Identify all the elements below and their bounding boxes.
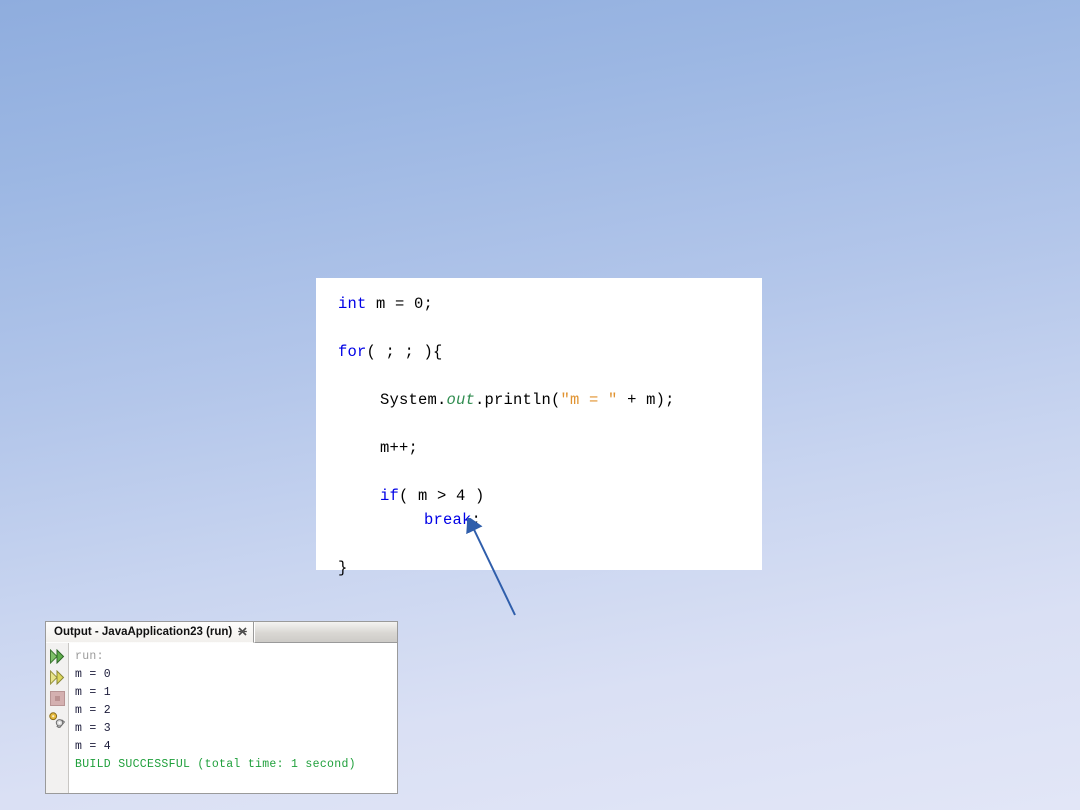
code-token-plain: m++;: [380, 439, 419, 457]
close-icon[interactable]: [238, 626, 248, 638]
output-text-area[interactable]: run: m = 0 m = 1 m = 2 m = 3 m = 4 BUILD SUCCE…: [69, 643, 397, 793]
titlebar-filler: [254, 622, 397, 643]
code-token-plain: ( ; ; ){: [366, 343, 443, 361]
settings-icon[interactable]: [47, 710, 67, 729]
code-token-plain: ;: [471, 511, 482, 529]
output-line: m = 4: [75, 740, 112, 753]
stop-icon[interactable]: [47, 689, 67, 708]
output-line: BUILD SUCCESSFUL (total time: 1 second): [75, 758, 356, 771]
rerun-icon[interactable]: [47, 647, 67, 666]
output-line: m = 0: [75, 668, 112, 681]
code-line: break;: [316, 508, 762, 532]
code-snippet-panel: int m = 0; for( ; ; ){ System.out.printl…: [316, 278, 762, 577]
code-token-keyword: for: [338, 343, 367, 361]
code-line: for( ; ; ){: [316, 340, 762, 364]
code-token-plain: .println(: [475, 391, 561, 409]
output-line: m = 2: [75, 704, 112, 717]
output-titlebar: Output - JavaApplication23 (run): [46, 622, 397, 643]
code-token-keyword: break: [424, 511, 472, 529]
code-token-plain: + m);: [617, 391, 675, 409]
close-icon-svg: [238, 626, 248, 636]
output-toolbar: [46, 643, 69, 793]
code-line: if( m > 4 ): [316, 484, 762, 508]
output-line: m = 3: [75, 722, 112, 735]
rerun-alt-icon[interactable]: [47, 668, 67, 687]
output-line: run:: [75, 650, 104, 663]
code-token-string: "m = ": [560, 391, 618, 409]
output-body: run: m = 0 m = 1 m = 2 m = 3 m = 4 BUILD SUCCE…: [46, 643, 397, 793]
code-line: int m = 0;: [316, 292, 762, 316]
code-token-plain: m = 0;: [366, 295, 434, 313]
stop-icon-svg: [49, 691, 65, 706]
rerun-icon-svg: [50, 649, 65, 664]
code-token-plain: ( m > 4 ): [399, 487, 485, 505]
code-line: }: [316, 556, 762, 580]
code-token-plain: }: [338, 559, 348, 577]
code-lines: int m = 0; for( ; ; ){ System.out.printl…: [316, 292, 762, 580]
output-window: Output - JavaApplication23 (run) run: m …: [45, 621, 398, 794]
code-line: m++;: [316, 436, 762, 460]
code-token-field: out: [446, 391, 476, 409]
output-tab-title: Output - JavaApplication23 (run): [54, 626, 233, 638]
rerun-alt-icon-svg: [50, 670, 65, 685]
code-token-plain: System.: [380, 391, 447, 409]
output-tab[interactable]: Output - JavaApplication23 (run): [46, 622, 255, 643]
settings-icon-svg: [48, 711, 65, 728]
code-line: System.out.println("m = " + m);: [316, 388, 762, 412]
code-token-keyword: int: [338, 295, 367, 313]
code-token-keyword: if: [380, 487, 400, 505]
output-line: m = 1: [75, 686, 112, 699]
